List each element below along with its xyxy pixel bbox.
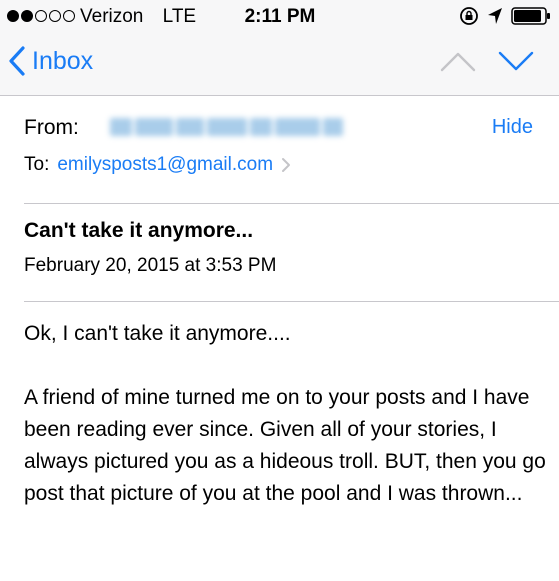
body-paragraph: Ok, I can't take it anymore.... — [24, 322, 291, 345]
email-body: Ok, I can't take it anymore.... A friend… — [24, 318, 549, 542]
signal-strength — [7, 10, 75, 22]
status-icons — [459, 6, 551, 26]
location-arrow-icon — [488, 8, 502, 24]
email-date: February 20, 2015 at 3:53 PM — [24, 255, 277, 276]
divider — [24, 301, 559, 302]
recipient-address[interactable]: emilysposts1@gmail.com — [57, 154, 273, 176]
to-label: To: — [24, 154, 50, 175]
divider — [24, 203, 559, 204]
network-type: LTE — [162, 6, 197, 27]
email-subject: Can't take it anymore... — [24, 219, 254, 242]
body-paragraph: A friend of mine turned me on to your po… — [24, 386, 546, 505]
rotation-lock-icon — [460, 7, 478, 25]
nav-bar: Inbox — [0, 34, 559, 96]
chevron-right-icon — [282, 158, 291, 172]
chevron-up-icon — [440, 52, 476, 72]
status-bar: Verizon LTE 2:11 PM — [0, 0, 559, 34]
battery-icon — [511, 7, 550, 25]
signal-dot — [49, 10, 61, 22]
to-row: To: emilysposts1@gmail.com — [24, 154, 291, 176]
chevron-left-icon — [9, 46, 25, 76]
chevron-down-icon[interactable] — [498, 50, 534, 72]
hide-button[interactable]: Hide — [492, 116, 533, 139]
signal-dot — [21, 10, 33, 22]
from-label: From: — [24, 116, 79, 139]
carrier-info: Verizon LTE — [80, 6, 196, 28]
signal-dot — [35, 10, 47, 22]
redacted-sender — [110, 118, 350, 136]
signal-dot — [63, 10, 75, 22]
signal-dot — [7, 10, 19, 22]
back-to-inbox-button[interactable]: Inbox — [8, 46, 93, 76]
carrier-name: Verizon — [80, 6, 144, 27]
back-label: Inbox — [32, 46, 94, 75]
status-time: 2:11 PM — [244, 6, 316, 27]
